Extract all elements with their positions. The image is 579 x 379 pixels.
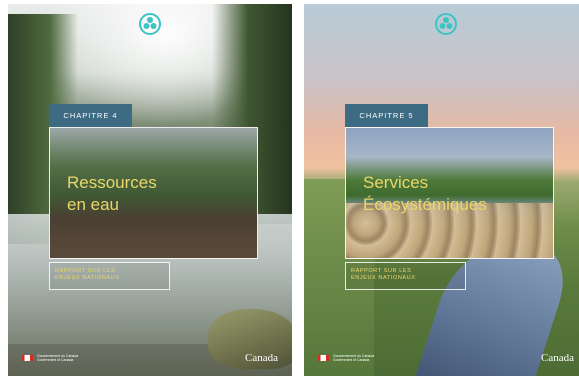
title-line-2: Écosystémiques bbox=[363, 195, 487, 214]
report-label: RAPPORT SUR LES ENJEUX NATIONAUX bbox=[50, 263, 135, 282]
report-label-box: RAPPORT SUR LES ENJEUX NATIONAUX bbox=[345, 262, 466, 290]
canada-flag-icon bbox=[22, 355, 33, 361]
government-signature: Gouvernement du Canada Government of Can… bbox=[318, 354, 393, 362]
government-name: Gouvernement du Canada Government of Can… bbox=[333, 354, 375, 362]
title-line-1: Ressources bbox=[67, 173, 157, 192]
canada-wordmark: Canada bbox=[245, 352, 278, 364]
leaf-trefoil-icon bbox=[435, 13, 457, 35]
report-label: RAPPORT SUR LES ENJEUX NATIONAUX bbox=[346, 263, 431, 282]
leaf-trefoil-icon bbox=[139, 13, 161, 35]
report-cover-chapter-4[interactable]: CHAPITRE 4 Ressources en eau RAPPORT SUR… bbox=[8, 4, 292, 376]
government-signature: Gouvernement du Canada Government of Can… bbox=[22, 354, 97, 362]
report-line-2: ENJEUX NATIONAUX bbox=[55, 275, 120, 281]
canada-wordmark: Canada bbox=[541, 352, 574, 364]
report-line-1: RAPPORT SUR LES bbox=[351, 268, 412, 274]
report-cover-chapter-5[interactable]: CHAPITRE 5 Services Écosystémiques RAPPO… bbox=[304, 4, 579, 376]
report-label-box: RAPPORT SUR LES ENJEUX NATIONAUX bbox=[49, 262, 170, 290]
canada-flag-icon bbox=[318, 355, 329, 361]
report-line-1: RAPPORT SUR LES bbox=[55, 268, 116, 274]
title-line-2: en eau bbox=[67, 195, 119, 214]
title-line-1: Services bbox=[363, 173, 429, 192]
chapter-label: CHAPITRE 4 bbox=[49, 104, 132, 127]
chapter-label: CHAPITRE 5 bbox=[345, 104, 428, 127]
chapter-title: Services Écosystémiques bbox=[363, 172, 487, 216]
chapter-title: Ressources en eau bbox=[67, 172, 157, 216]
government-name: Gouvernement du Canada Government of Can… bbox=[37, 354, 79, 362]
report-line-2: ENJEUX NATIONAUX bbox=[351, 275, 416, 281]
